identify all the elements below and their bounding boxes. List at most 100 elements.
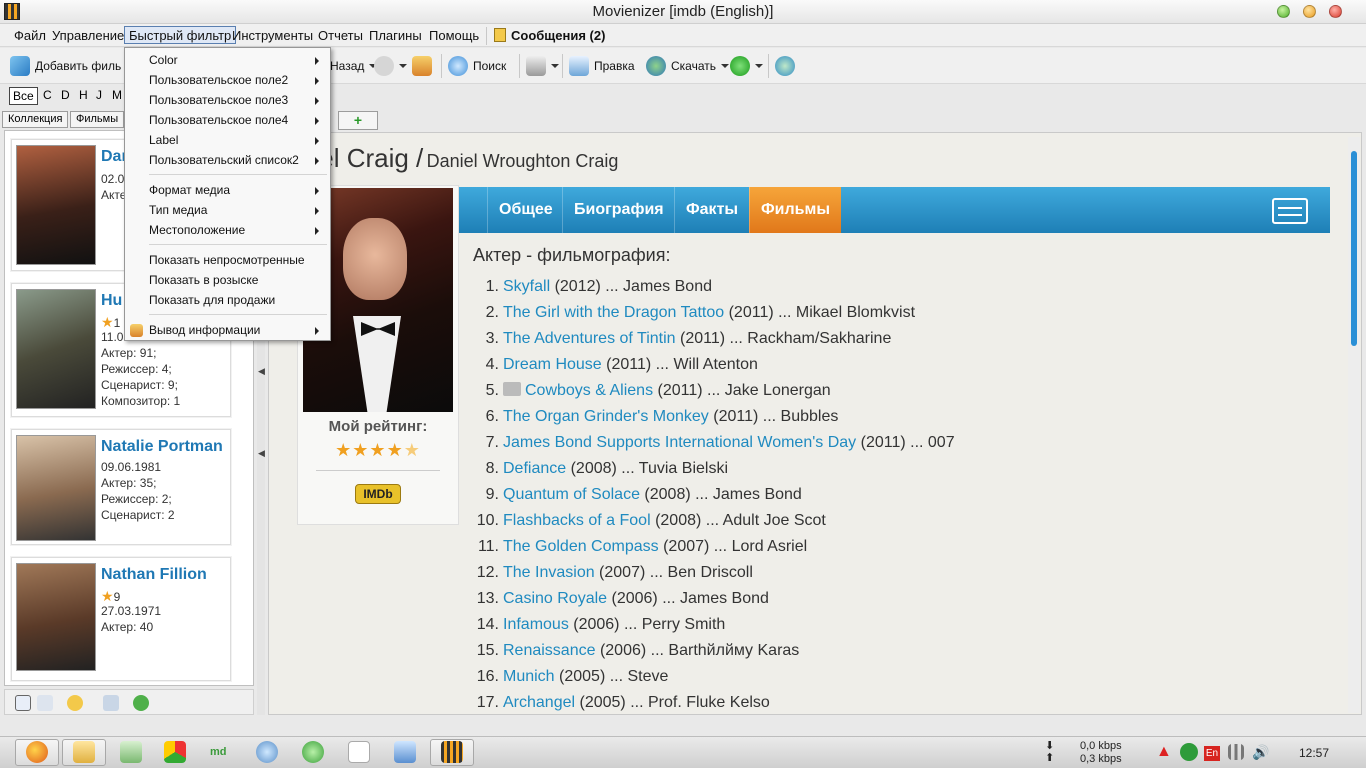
- film-title-link[interactable]: James Bond Supports International Women'…: [503, 434, 856, 451]
- app-icon[interactable]: [256, 741, 278, 763]
- menu-plugins[interactable]: Плагины: [365, 27, 426, 45]
- star-icon[interactable]: ★: [352, 440, 369, 460]
- film-title-link[interactable]: The Invasion: [503, 564, 595, 581]
- film-title-link[interactable]: Cowboys & Aliens: [525, 382, 653, 399]
- maximize-button[interactable]: [1303, 5, 1316, 18]
- film-title-link[interactable]: Munich: [503, 668, 555, 685]
- star-icon[interactable]: ★: [335, 440, 352, 460]
- drawer-icon[interactable]: [1272, 198, 1308, 224]
- tab-films[interactable]: Фильмы: [70, 111, 125, 128]
- tab-facts[interactable]: Факты: [674, 187, 749, 233]
- list-item[interactable]: Natalie Portman 09.06.1981 Актер: 35; Ре…: [11, 429, 231, 545]
- scrollbar-thumb[interactable]: [1351, 151, 1357, 346]
- film-title-link[interactable]: The Organ Grinder's Monkey: [503, 408, 709, 425]
- signal-icon[interactable]: [1228, 744, 1244, 760]
- volume-icon[interactable]: 🔊: [1252, 744, 1269, 760]
- add-film-button[interactable]: Добавить филь: [10, 55, 121, 77]
- menu-item-show-wanted[interactable]: Показать в розыске: [149, 273, 258, 287]
- film-title-link[interactable]: The Golden Compass: [503, 538, 659, 555]
- letter-j[interactable]: J: [96, 88, 102, 102]
- monitor-icon[interactable]: [394, 741, 416, 763]
- person-name[interactable]: Nathan Fillion: [101, 566, 207, 584]
- menu-reports[interactable]: Отчеты: [314, 27, 367, 45]
- menu-item-location[interactable]: Местоположение: [149, 223, 245, 237]
- person-name[interactable]: Hu: [101, 292, 122, 310]
- image-view-icon[interactable]: [103, 695, 119, 711]
- menu-item-show-unwatched[interactable]: Показать непросмотренные: [149, 253, 305, 267]
- menu-item-show-for-sale[interactable]: Показать для продажи: [149, 293, 275, 307]
- menu-messages[interactable]: Сообщения (2): [490, 27, 609, 45]
- film-title-link[interactable]: Infamous: [503, 616, 569, 633]
- star-icon[interactable]: ★: [404, 440, 421, 460]
- menu-item-custom-field2[interactable]: Пользовательское поле2: [149, 73, 288, 87]
- menu-file[interactable]: Файл: [10, 27, 50, 45]
- letter-all[interactable]: Все: [9, 87, 38, 105]
- letter-d[interactable]: D: [61, 88, 70, 102]
- menu-item-custom-field3[interactable]: Пользовательское поле3: [149, 93, 288, 107]
- film-title-link[interactable]: Skyfall: [503, 278, 550, 295]
- search-button[interactable]: Поиск: [448, 55, 506, 77]
- menu-item-label[interactable]: Label: [149, 133, 178, 147]
- back-button[interactable]: Назад: [330, 55, 378, 77]
- menu-item-info-output[interactable]: Вывод информации: [149, 323, 260, 337]
- play-button[interactable]: [730, 55, 763, 77]
- tab-films[interactable]: Фильмы: [749, 187, 841, 233]
- film-title-link[interactable]: Casino Royale: [503, 590, 607, 607]
- menu-item-custom-field4[interactable]: Пользовательское поле4: [149, 113, 288, 127]
- menu-item-media-type[interactable]: Тип медиа: [149, 203, 207, 217]
- sync-button[interactable]: [775, 55, 795, 77]
- edit-button[interactable]: Правка: [569, 55, 635, 77]
- print-button[interactable]: [526, 55, 559, 77]
- home-button[interactable]: [412, 55, 432, 77]
- md-app-icon[interactable]: md: [210, 741, 232, 763]
- person-name[interactable]: Natalie Portman: [101, 438, 223, 456]
- menu-tools[interactable]: Инструменты: [228, 27, 317, 45]
- menu-quick-filter[interactable]: Быстрый фильтр: [124, 26, 237, 44]
- check-icon[interactable]: [133, 695, 149, 711]
- menu-item-color[interactable]: Color: [149, 53, 178, 67]
- film-title-link[interactable]: The Adventures of Tintin: [503, 330, 676, 347]
- app-icon[interactable]: [164, 741, 186, 763]
- person-rating: ★1: [101, 314, 121, 330]
- menu-help[interactable]: Помощь: [425, 27, 483, 45]
- close-button[interactable]: [1329, 5, 1342, 18]
- menu-item-custom-list2[interactable]: Пользовательский список2: [149, 153, 299, 167]
- star-icon[interactable]: ★: [387, 440, 404, 460]
- film-title-link[interactable]: Renaissance: [503, 642, 596, 659]
- tray-app-icon[interactable]: ▲: [1156, 743, 1174, 761]
- rating-stars[interactable]: ★★★★★: [298, 440, 458, 461]
- list-item[interactable]: Nathan Fillion ★9 27.03.1971 Актер: 40: [11, 557, 231, 681]
- collapse-arrow-icon[interactable]: ◀: [258, 448, 265, 459]
- imdb-link[interactable]: IMDb: [355, 484, 401, 504]
- star-icon[interactable]: ★: [369, 440, 386, 460]
- collapse-arrow-icon[interactable]: ◀: [258, 366, 265, 377]
- content-scrollbar[interactable]: [1348, 137, 1360, 713]
- app-icon[interactable]: [348, 741, 370, 763]
- tray-torrent-icon[interactable]: [1180, 743, 1198, 761]
- film-title-link[interactable]: Defiance: [503, 460, 566, 477]
- view-grid-icon[interactable]: [37, 695, 53, 711]
- minimize-button[interactable]: [1277, 5, 1290, 18]
- film-title-link[interactable]: Quantum of Solace: [503, 486, 640, 503]
- menu-manage[interactable]: Управление: [48, 27, 128, 45]
- tab-general[interactable]: Общее: [487, 187, 564, 233]
- star-filter-icon[interactable]: [67, 695, 83, 711]
- download-button[interactable]: Скачать: [646, 55, 729, 77]
- language-indicator[interactable]: En: [1204, 746, 1220, 761]
- app-icon[interactable]: [302, 741, 324, 763]
- tab-collection[interactable]: Коллекция: [2, 111, 69, 128]
- film-title-link[interactable]: Flashbacks of a Fool: [503, 512, 651, 529]
- letter-h[interactable]: H: [79, 88, 88, 102]
- add-tab-button[interactable]: +: [338, 111, 378, 130]
- view-list-icon[interactable]: [15, 695, 31, 711]
- letter-c[interactable]: C: [43, 88, 52, 102]
- forward-button[interactable]: [374, 55, 407, 77]
- film-title-link[interactable]: Dream House: [503, 356, 602, 373]
- film-title-link[interactable]: Archangel: [503, 694, 575, 711]
- tab-biography[interactable]: Биография: [562, 187, 675, 233]
- notepad-icon[interactable]: [120, 741, 142, 763]
- film-title-link[interactable]: The Girl with the Dragon Tattoo: [503, 304, 724, 321]
- menu-item-media-format[interactable]: Формат медиа: [149, 183, 230, 197]
- clock[interactable]: 12:57: [1299, 746, 1329, 760]
- letter-m[interactable]: M: [112, 88, 122, 102]
